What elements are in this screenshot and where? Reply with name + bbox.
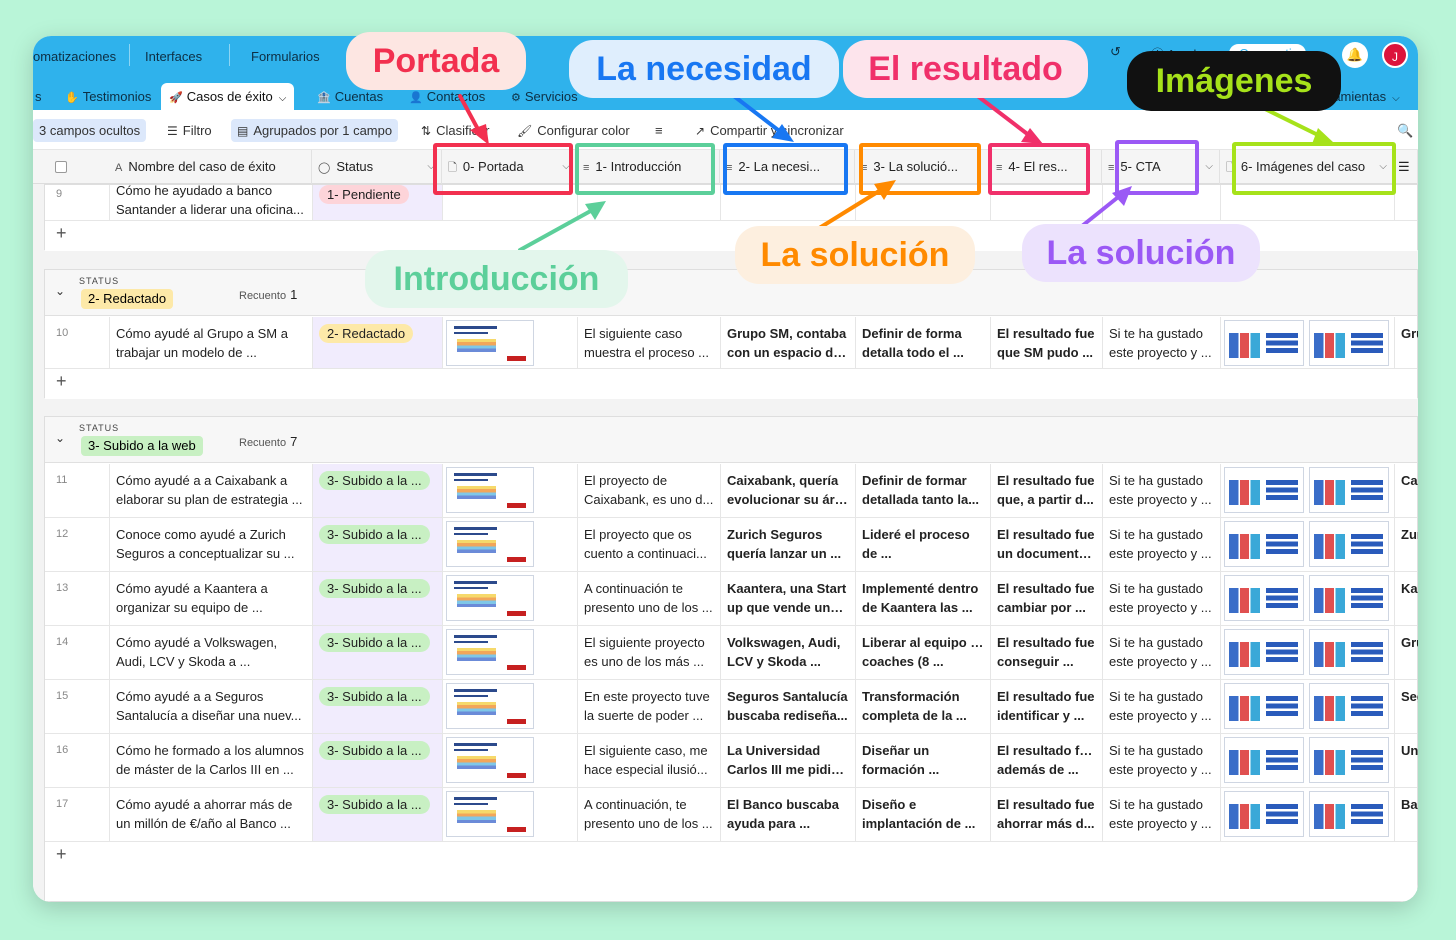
annotation-text: La necesidad [596,50,812,88]
annotation-arrows [458,88,1334,252]
annotation-cta: La solución [1022,224,1260,282]
annotation-text: Imágenes [1155,62,1313,100]
annotation-text: El resultado [868,50,1063,88]
annotation-text: Portada [372,42,500,80]
annotation-portada: Portada [346,32,526,90]
annotation-text: La solución [760,236,950,274]
annotation-imagenes: Imágenes [1127,51,1341,111]
annotation-resultado: El resultado [843,40,1088,98]
annotation-text: La solución [1046,234,1236,272]
annotation-introduccion: Introducción [365,250,628,308]
annotation-solucion: La solución [735,226,975,284]
annotation-text: Introducción [393,260,600,298]
annotation-necesidad: La necesidad [569,40,839,98]
